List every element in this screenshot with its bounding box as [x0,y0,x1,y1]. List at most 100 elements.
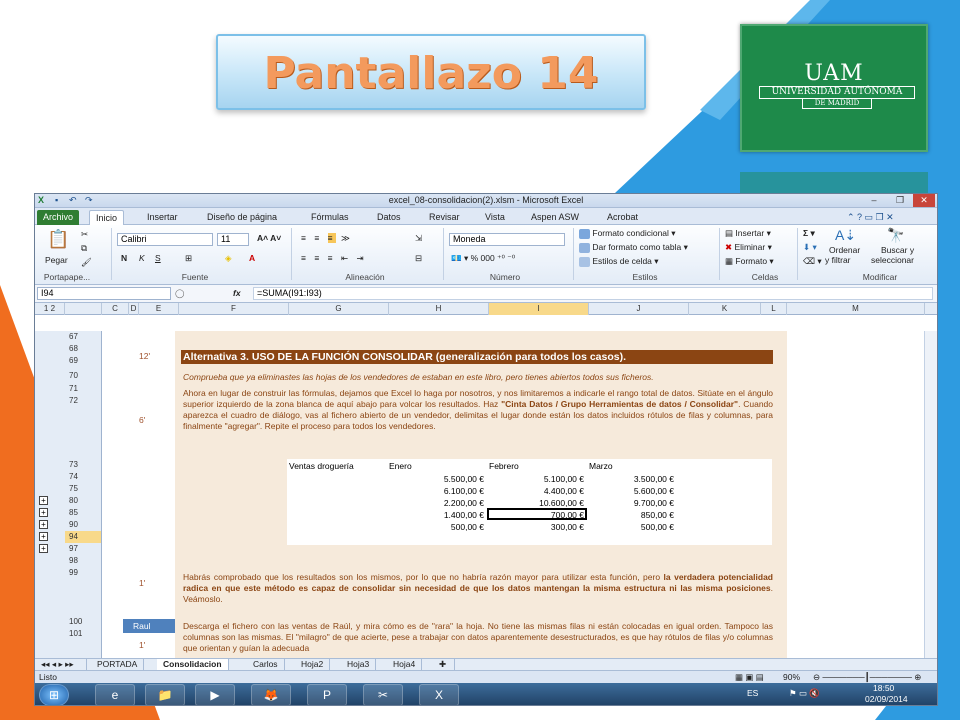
media-player-icon[interactable]: ▶ [195,684,235,705]
number-format-select[interactable]: Moneda [449,233,565,246]
tab-formulas[interactable]: Fórmulas [305,210,355,225]
grow-font-icon[interactable]: A˄ A˅ [257,233,281,243]
language-indicator[interactable]: ES [747,688,758,698]
row-header[interactable]: 68 [65,343,101,355]
row-header[interactable]: 70 [65,370,101,382]
excel-icon[interactable]: X [419,684,459,705]
tab-datos[interactable]: Datos [371,210,407,225]
tab-inicio[interactable]: Inicio [89,210,125,225]
fill-color-icon[interactable]: ◈ [225,253,232,264]
table-cell[interactable]: 5.100,00 € [504,474,584,484]
snipping-tool-icon[interactable]: ✂ [363,684,403,705]
formula-input[interactable]: =SUMA(I91:I93) [253,287,933,300]
worksheet-grid[interactable]: 67 68 69 70 71 72 73 74 75 80 85 90 94 9… [35,331,925,658]
minimize-icon[interactable]: – [863,194,885,207]
cut-icon[interactable]: ✂ [81,229,88,240]
format-painter-icon[interactable]: 🖌 [81,257,92,268]
col-header-j[interactable]: J [589,303,689,315]
clear-icon[interactable]: ⌫ ▾ [803,256,822,267]
font-size-select[interactable]: 11 [217,233,249,246]
expand-group-icon[interactable]: + [39,508,48,517]
sort-label-2[interactable]: y filtrar [825,255,851,265]
expand-group-icon[interactable]: + [39,496,48,505]
table-cell[interactable]: 6.100,00 € [404,486,484,496]
align-left-icon[interactable]: ≡ ≡ ≡ ⇤ ⇥ [301,253,367,264]
outline-level-2[interactable]: 2 [51,304,55,313]
currency-icon[interactable]: 💶 ▾ % 000 ⁺⁰ ⁻⁰ [451,253,515,264]
row-header[interactable]: 80 [65,495,101,507]
firefox-icon[interactable]: 🦊 [251,684,291,705]
row-header[interactable]: 74 [65,471,101,483]
select-all[interactable] [65,303,102,315]
merge-icon[interactable]: ⊟ [415,253,422,264]
ie-icon[interactable]: e [95,684,135,705]
table-cell[interactable]: 1.400,00 € [404,510,484,520]
zoom-slider[interactable]: ⊖ ───────┃─────── ⊕ [813,672,921,683]
row-header[interactable]: 75 [65,483,101,495]
table-cell[interactable]: 5.500,00 € [404,474,484,484]
bold-icon[interactable]: N [121,253,127,263]
col-header-m[interactable]: M [787,303,925,315]
vertical-scrollbar[interactable] [924,331,937,658]
tab-diseno[interactable]: Diseño de página [201,210,283,225]
table-cell[interactable]: 300,00 € [504,522,584,532]
copy-icon[interactable]: ⧉ [81,243,87,254]
expand-group-icon[interactable]: + [39,532,48,541]
delete-cells-button[interactable]: ✖ Eliminar ▾ [725,242,772,253]
col-header-f[interactable]: F [179,303,289,315]
expand-group-icon[interactable]: + [39,544,48,553]
underline-icon[interactable]: S [155,253,161,263]
tab-insertar[interactable]: Insertar [141,210,184,225]
borders-icon[interactable]: ⊞ [185,253,192,264]
row-header[interactable]: 101 [65,628,101,640]
explorer-icon[interactable]: 📁 [145,684,185,705]
row-header[interactable]: 71 [65,383,101,395]
table-cell[interactable]: 850,00 € [594,510,674,520]
name-box[interactable]: I94 [37,287,171,300]
paste-label[interactable]: Pegar [45,255,68,265]
expand-group-icon[interactable]: + [39,520,48,529]
table-cell[interactable]: 10.600,00 € [504,498,584,508]
col-header-e[interactable]: E [139,303,179,315]
insert-cells-button[interactable]: ▤ Insertar ▾ [725,228,771,239]
sort-filter-icon[interactable]: A⇣ [835,227,856,244]
row-header[interactable]: 99 [65,567,101,579]
outline-level-1[interactable]: 1 [44,304,48,313]
col-header-c[interactable]: C [102,303,129,315]
tab-acrobat[interactable]: Acrobat [601,210,644,225]
font-color-icon[interactable]: A [249,253,255,263]
col-header-h[interactable]: H [389,303,489,315]
outline-levels[interactable]: 1 2 [35,303,65,315]
col-header-i[interactable]: I [489,303,589,315]
row-header[interactable]: 97 [65,543,101,555]
fill-icon[interactable]: ⬇ ▾ [803,242,817,253]
align-top-icon[interactable]: ≡ ≡ ≡ ≫ [301,233,353,244]
cond-format-button[interactable]: Formato condicional ▾ [579,228,676,239]
col-header-l[interactable]: L [761,303,787,315]
clock-date[interactable]: 02/09/2014 [865,694,908,704]
font-name-select[interactable]: Calibri [117,233,213,246]
row-header[interactable]: 67 [65,331,101,343]
raul-shape-button[interactable]: Raul [123,619,175,633]
col-header-d[interactable]: D [129,303,139,315]
clock-time[interactable]: 18:50 [873,683,894,693]
row-header-selected[interactable]: 94 [65,531,101,543]
tab-archivo[interactable]: Archivo [37,210,80,225]
row-header[interactable]: 72 [65,395,101,407]
active-cell-outline[interactable] [487,508,587,520]
find-icon[interactable]: 🔭 [887,227,904,244]
restore-icon[interactable]: ❐ [889,194,911,207]
table-format-button[interactable]: Dar formato como tabla ▾ [579,242,688,253]
wrap-text-icon[interactable]: ⇲ [415,233,422,244]
powerpoint-icon[interactable]: P [307,684,347,705]
tab-aspen[interactable]: Aspen ASW [525,210,585,225]
sort-label[interactable]: Ordenar [829,245,860,255]
table-cell[interactable]: 3.500,00 € [594,474,674,484]
paste-icon[interactable]: 📋 [47,229,69,250]
view-icons[interactable]: ▦ ▣ ▤ [735,672,764,683]
autosum-icon[interactable]: Σ ▾ [803,228,815,239]
col-header-g[interactable]: G [289,303,389,315]
tray-icons[interactable]: ⚑ ▭ 🔇 [789,688,820,699]
table-cell[interactable]: 500,00 € [404,522,484,532]
col-header-k[interactable]: K [689,303,761,315]
